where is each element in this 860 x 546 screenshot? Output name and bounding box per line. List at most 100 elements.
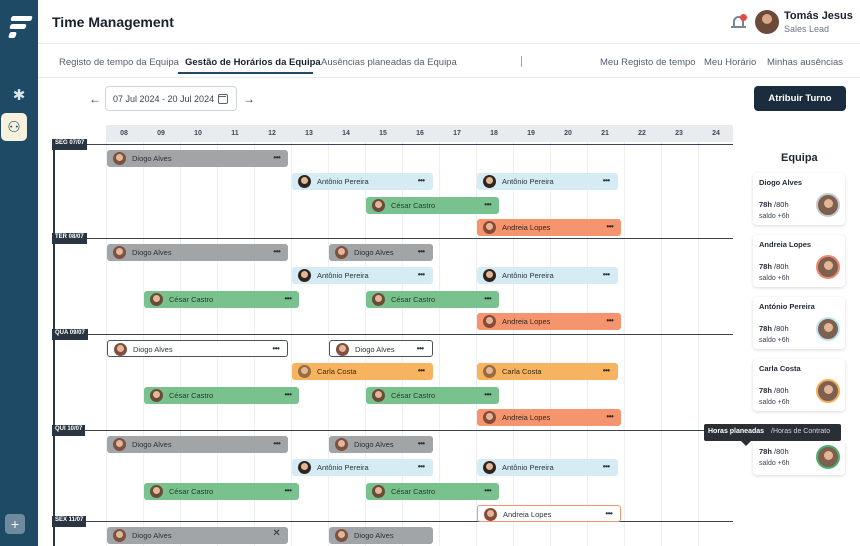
more-options-icon[interactable]: •••: [273, 439, 280, 448]
shift-employee-name: Diogo Alves: [132, 154, 172, 163]
date-range-picker[interactable]: 07 Jul 2024 - 20 Jul 2024: [105, 86, 237, 111]
shift-block[interactable]: Diogo Alves •••: [329, 244, 433, 261]
more-options-icon[interactable]: •••: [418, 270, 425, 279]
network-nodes-icon[interactable]: ✱: [0, 80, 38, 110]
shift-block[interactable]: Andreia Lopes •••: [477, 409, 622, 426]
more-options-icon[interactable]: •••: [284, 294, 291, 303]
shift-block[interactable]: Antônio Pereira •••: [477, 459, 618, 476]
shift-block[interactable]: Andreia Lopes •••: [477, 313, 622, 330]
more-options-icon[interactable]: •••: [484, 486, 491, 495]
shift-avatar: [298, 461, 311, 474]
shift-avatar: [484, 508, 497, 521]
more-options-icon[interactable]: •••: [418, 439, 425, 448]
tab-team-time-log[interactable]: Registo de tempo da Equipa: [59, 57, 179, 68]
tab-team-schedule[interactable]: Gestão de Horários da Equipa: [185, 57, 321, 68]
tab-my-schedule[interactable]: Meu Horário: [704, 57, 756, 68]
app-logo-icon[interactable]: [5, 14, 33, 40]
hour-grid-line: [587, 142, 588, 546]
calendar-icon[interactable]: [218, 94, 228, 104]
arrow-left-icon[interactable]: ←: [89, 92, 101, 106]
shift-avatar: [113, 529, 126, 542]
close-icon[interactable]: ✕: [272, 528, 280, 539]
shift-avatar: [298, 269, 311, 282]
shift-block[interactable]: César Castro •••: [144, 291, 300, 308]
more-options-icon[interactable]: •••: [417, 344, 424, 353]
more-options-icon[interactable]: •••: [484, 200, 491, 209]
more-options-icon[interactable]: •••: [272, 344, 279, 353]
more-options-icon[interactable]: •••: [603, 462, 610, 471]
more-options-icon[interactable]: •••: [603, 176, 610, 185]
tab-team-absences[interactable]: Ausências planeadas da Equipa: [321, 57, 457, 68]
shift-employee-name: César Castro: [169, 487, 214, 496]
team-member-card[interactable]: Andreia Lopes 78h /80h saldo +6h: [753, 235, 845, 287]
more-options-icon[interactable]: •••: [605, 509, 612, 518]
team-member-card[interactable]: 78h /80h saldo +6h: [753, 441, 845, 475]
shift-block[interactable]: Diogo Alves ✕: [107, 527, 289, 544]
more-options-icon[interactable]: •••: [606, 222, 613, 231]
shift-avatar: [335, 529, 348, 542]
team-member-balance: saldo +6h: [759, 213, 790, 220]
shift-block[interactable]: Carla Costa •••: [292, 363, 433, 380]
shift-block[interactable]: Antônio Pereira •••: [477, 173, 618, 190]
shift-block[interactable]: Antônio Pereira •••: [292, 173, 433, 190]
shift-avatar: [150, 389, 163, 402]
tab-my-time-log[interactable]: Meu Registo de tempo: [600, 57, 696, 68]
more-options-icon[interactable]: •••: [484, 294, 491, 303]
more-options-icon[interactable]: •••: [273, 153, 280, 162]
tab-my-absences[interactable]: Minhas ausências: [767, 57, 843, 68]
shift-block[interactable]: Diogo Alves: [329, 527, 433, 544]
hour-label: 23: [675, 130, 683, 137]
shift-block[interactable]: Antônio Pereira •••: [292, 267, 433, 284]
more-options-icon[interactable]: •••: [606, 412, 613, 421]
assign-shift-button[interactable]: Atribuir Turno: [754, 86, 846, 111]
hour-label: 16: [416, 130, 424, 137]
team-member-balance: saldo +6h: [759, 275, 790, 282]
more-options-icon[interactable]: •••: [284, 390, 291, 399]
more-options-icon[interactable]: •••: [418, 366, 425, 375]
team-member-card[interactable]: António Pereira 78h /80h saldo +6h: [753, 297, 845, 349]
more-options-icon[interactable]: •••: [418, 247, 425, 256]
shift-employee-name: Andreia Lopes: [502, 317, 551, 326]
shift-block[interactable]: Antônio Pereira •••: [292, 459, 433, 476]
shift-employee-name: Andreia Lopes: [502, 413, 551, 422]
shift-block[interactable]: César Castro •••: [144, 483, 300, 500]
day-label: SEX 11/07: [52, 516, 87, 527]
more-options-icon[interactable]: •••: [603, 366, 610, 375]
shift-employee-name: Andreia Lopes: [502, 223, 551, 232]
add-icon[interactable]: +: [5, 514, 25, 534]
team-member-card[interactable]: Diogo Alves 78h /80h saldo +6h: [753, 173, 845, 225]
shift-block[interactable]: César Castro •••: [366, 197, 500, 214]
notification-dot: [740, 14, 747, 21]
more-options-icon[interactable]: •••: [273, 247, 280, 256]
more-options-icon[interactable]: •••: [418, 176, 425, 185]
user-avatar[interactable]: [755, 10, 779, 34]
arrow-right-icon[interactable]: →: [243, 92, 255, 106]
schedule-people-icon[interactable]: ⚇: [1, 113, 27, 141]
more-options-icon[interactable]: •••: [418, 462, 425, 471]
team-member-avatar: [816, 317, 840, 341]
notification-bell-icon[interactable]: [730, 12, 748, 32]
shift-block[interactable]: Diogo Alves •••: [329, 340, 433, 357]
shift-block[interactable]: Andreia Lopes •••: [477, 505, 622, 522]
shift-block[interactable]: Diogo Alves •••: [107, 436, 289, 453]
shift-block[interactable]: Diogo Alves •••: [107, 150, 289, 167]
shift-employee-name: Antônio Pereira: [317, 271, 369, 280]
shift-block[interactable]: Diogo Alves •••: [107, 244, 289, 261]
shift-block[interactable]: César Castro •••: [144, 387, 300, 404]
planned-hours-tooltip: Horas planeadas /Horas de Contrato: [704, 424, 841, 446]
more-options-icon[interactable]: •••: [603, 270, 610, 279]
team-member-card[interactable]: Carla Costa 78h /80h saldo +6h: [753, 359, 845, 411]
shift-block[interactable]: César Castro •••: [366, 483, 500, 500]
more-options-icon[interactable]: •••: [606, 316, 613, 325]
shift-block[interactable]: Carla Costa •••: [477, 363, 618, 380]
shift-block[interactable]: César Castro •••: [366, 291, 500, 308]
more-options-icon[interactable]: •••: [284, 486, 291, 495]
shift-employee-name: Antônio Pereira: [502, 271, 554, 280]
shift-block[interactable]: Diogo Alves •••: [329, 436, 433, 453]
shift-block[interactable]: César Castro •••: [366, 387, 500, 404]
more-options-icon[interactable]: •••: [484, 390, 491, 399]
shift-block[interactable]: Diogo Alves •••: [107, 340, 289, 357]
shift-block[interactable]: Andreia Lopes •••: [477, 219, 622, 236]
shift-block[interactable]: Antônio Pereira •••: [477, 267, 618, 284]
tab-bar: Registo de tempo da Equipa Gestão de Hor…: [38, 44, 860, 78]
